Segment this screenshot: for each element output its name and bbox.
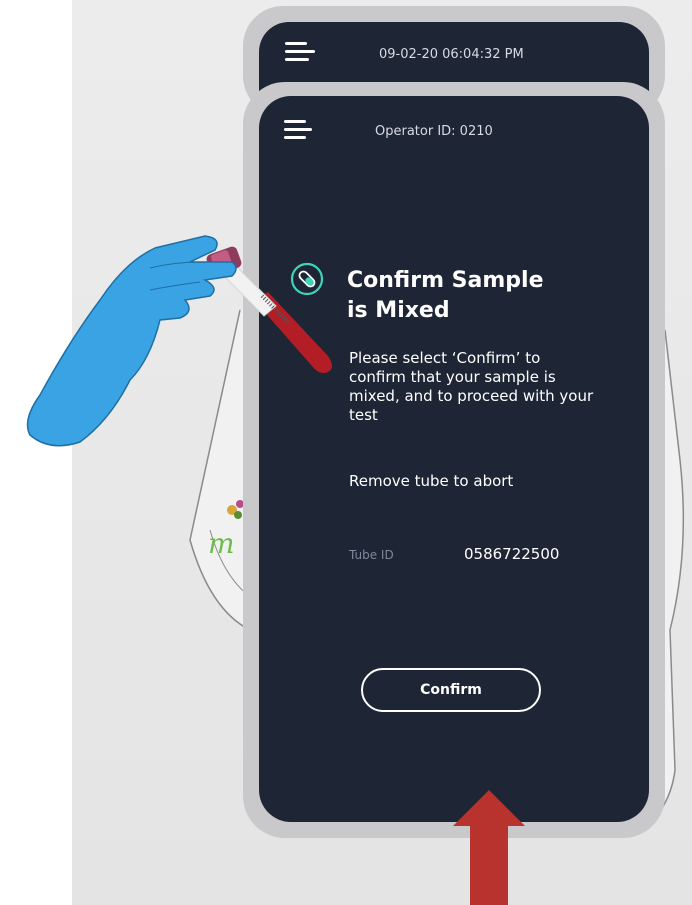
up-arrow-icon	[453, 790, 525, 905]
foreground-illustrations	[26, 235, 525, 905]
gloved-hand-illustration	[26, 235, 237, 447]
